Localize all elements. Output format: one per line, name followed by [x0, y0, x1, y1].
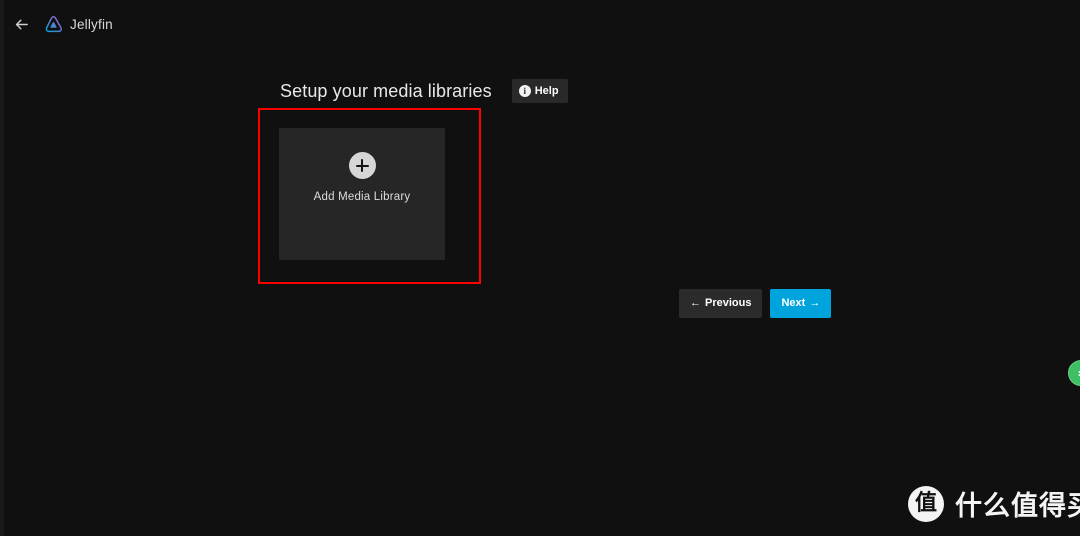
watermark-logo: 值 — [908, 485, 944, 522]
jellyfin-logo-icon — [45, 15, 62, 32]
plus-circle-icon — [348, 152, 376, 179]
watermark: 值 什么值得买 — [908, 484, 1080, 523]
page-title: Setup your media libraries — [280, 80, 492, 101]
arrow-right-icon: → — [809, 297, 821, 309]
info-circle-icon: i — [518, 85, 531, 97]
title-row: Setup your media libraries i Help — [280, 79, 568, 103]
add-media-library-card[interactable]: Add Media Library — [279, 128, 445, 260]
previous-button-label: Previous — [705, 297, 752, 309]
arrow-left-icon — [15, 19, 28, 29]
floating-green-button[interactable]: ກ — [1068, 360, 1080, 386]
next-button-label: Next — [781, 297, 806, 309]
add-media-library-label: Add Media Library — [313, 191, 411, 203]
previous-button[interactable]: ← Previous — [679, 289, 763, 318]
jellyfin-setup-screen: Jellyfin Setup your media libraries i He… — [0, 0, 1080, 536]
back-button[interactable] — [8, 11, 34, 37]
arrow-left-icon: ← — [690, 297, 701, 309]
app-header: Jellyfin — [0, 0, 1080, 48]
help-button[interactable]: i Help — [511, 79, 568, 103]
next-button[interactable]: Next → — [770, 289, 832, 318]
brand-name: Jellyfin — [70, 16, 113, 32]
watermark-text: 什么值得买 — [955, 491, 1080, 522]
brand: Jellyfin — [44, 15, 113, 34]
wizard-navigation: ← Previous Next → — [679, 289, 832, 318]
left-edge-strip — [0, 0, 4, 536]
help-button-label: Help — [534, 84, 559, 97]
